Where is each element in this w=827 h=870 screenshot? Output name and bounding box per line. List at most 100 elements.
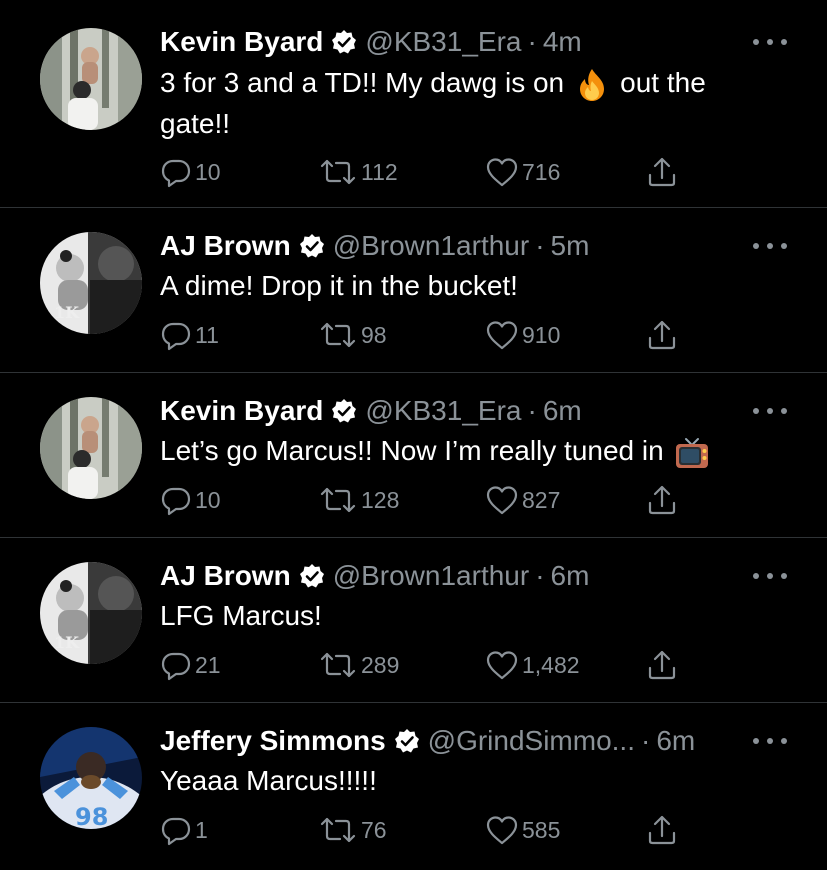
tweet-header: AJ Brown @Brown1arthur · 6m: [160, 558, 589, 594]
avatar[interactable]: [40, 28, 142, 130]
retweet-button[interactable]: 128: [318, 484, 399, 516]
verified-badge-icon: [299, 234, 324, 258]
tweet-header: Kevin Byard @KB31_Era · 6m: [160, 393, 582, 429]
display-name[interactable]: Jeffery Simmons: [160, 725, 386, 757]
tweet[interactable]: 98 Jeffery Simmons @GrindSimmo... · 6m Y…: [0, 703, 827, 870]
reply-icon: [161, 652, 191, 681]
more-icon[interactable]: [753, 406, 787, 416]
tweet-actions: 1 76 585: [160, 814, 700, 846]
verified-badge-icon: [394, 729, 419, 753]
timestamp[interactable]: 5m: [551, 230, 590, 262]
timestamp[interactable]: 4m: [543, 26, 582, 58]
retweet-button[interactable]: 289: [318, 649, 399, 681]
tweet-header: Kevin Byard @KB31_Era · 4m: [160, 24, 582, 60]
retweet-button[interactable]: 76: [318, 814, 387, 846]
tweet-actions: 11 98 910: [160, 319, 700, 351]
reply-count: 11: [195, 321, 219, 348]
reply-button[interactable]: 10: [160, 484, 221, 516]
verified-badge-icon: [332, 30, 357, 54]
tweet-text: A dime! Drop it in the bucket!: [160, 270, 518, 301]
tweet[interactable]: Kevin Byard @KB31_Era · 4m 3 for 3 and a…: [0, 0, 827, 208]
svg-text:98: 98: [75, 803, 108, 829]
retweet-count: 76: [361, 816, 387, 843]
timestamp[interactable]: 6m: [543, 395, 582, 427]
like-count: 585: [522, 816, 561, 843]
separator-dot: ·: [535, 230, 545, 261]
retweet-icon: [320, 487, 356, 513]
svg-text:1K: 1K: [54, 633, 80, 652]
separator-dot: ·: [527, 395, 537, 426]
display-name[interactable]: AJ Brown: [160, 230, 291, 262]
handle[interactable]: @KB31_Era: [365, 395, 521, 427]
tweet-text: Let’s go Marcus!! Now I’m really tuned i…: [160, 430, 780, 471]
retweet-icon: [320, 159, 356, 185]
tweet-feed: Kevin Byard @KB31_Era · 4m 3 for 3 and a…: [0, 0, 827, 870]
retweet-button[interactable]: 98: [318, 319, 387, 351]
like-button[interactable]: 716: [485, 156, 560, 188]
timestamp[interactable]: 6m: [656, 725, 695, 757]
share-button[interactable]: [646, 156, 678, 188]
display-name[interactable]: AJ Brown: [160, 560, 291, 592]
like-icon: [486, 651, 518, 680]
like-icon: [486, 816, 518, 845]
verified-badge-icon: [299, 564, 324, 588]
like-count: 910: [522, 321, 561, 348]
handle[interactable]: @GrindSimmo...: [428, 725, 635, 757]
like-count: 827: [522, 486, 561, 513]
avatar[interactable]: 1K: [40, 232, 142, 334]
reply-button[interactable]: 21: [160, 649, 221, 681]
tweet[interactable]: Kevin Byard @KB31_Era · 6m Let’s go Marc…: [0, 373, 827, 538]
handle[interactable]: @Brown1arthur: [333, 560, 530, 592]
share-button[interactable]: [646, 484, 678, 516]
retweet-count: 98: [361, 321, 387, 348]
share-icon: [648, 815, 676, 845]
reply-count: 21: [195, 651, 221, 678]
avatar[interactable]: 98: [40, 727, 142, 829]
handle[interactable]: @KB31_Era: [365, 26, 521, 58]
like-icon: [486, 321, 518, 350]
more-icon[interactable]: [753, 37, 787, 47]
display-name[interactable]: Kevin Byard: [160, 26, 323, 58]
retweet-icon: [320, 817, 356, 843]
tweet[interactable]: 1K AJ Brown @Brown1arthur · 5m A dime! D…: [0, 208, 827, 373]
retweet-icon: [320, 652, 356, 678]
reply-icon: [161, 322, 191, 351]
share-button[interactable]: [646, 814, 678, 846]
handle[interactable]: @Brown1arthur: [333, 230, 530, 262]
reply-button[interactable]: 10: [160, 156, 221, 188]
like-count: 716: [522, 158, 561, 185]
tweet-header: AJ Brown @Brown1arthur · 5m: [160, 228, 589, 264]
avatar[interactable]: 1K: [40, 562, 142, 664]
reply-button[interactable]: 11: [160, 319, 219, 351]
tweet-text-part: 3 for 3 and a TD!! My dawg is on: [160, 67, 565, 98]
share-icon: [648, 650, 676, 680]
reply-icon: [161, 487, 191, 516]
tweet-text-part: Let’s go Marcus!! Now I’m really tuned i…: [160, 435, 664, 466]
share-button[interactable]: [646, 319, 678, 351]
share-icon: [648, 157, 676, 187]
reply-icon: [161, 817, 191, 846]
tweet-header: Jeffery Simmons @GrindSimmo... · 6m: [160, 723, 695, 759]
tweet[interactable]: 1K AJ Brown @Brown1arthur · 6m LFG Marcu…: [0, 538, 827, 703]
like-button[interactable]: 827: [485, 484, 560, 516]
like-button[interactable]: 1,482: [485, 649, 580, 681]
like-button[interactable]: 585: [485, 814, 560, 846]
like-icon: [486, 486, 518, 515]
retweet-count: 112: [361, 158, 398, 185]
avatar[interactable]: [40, 397, 142, 499]
timestamp[interactable]: 6m: [551, 560, 590, 592]
display-name[interactable]: Kevin Byard: [160, 395, 323, 427]
more-icon[interactable]: [753, 241, 787, 251]
more-icon[interactable]: [753, 736, 787, 746]
retweet-button[interactable]: 112: [318, 156, 398, 188]
verified-badge-icon: [332, 399, 357, 423]
tweet-actions: 21 289 1,482: [160, 649, 700, 681]
separator-dot: ·: [527, 26, 537, 57]
reply-icon: [161, 159, 191, 188]
share-button[interactable]: [646, 649, 678, 681]
retweet-count: 289: [361, 651, 400, 678]
more-icon[interactable]: [753, 571, 787, 581]
reply-count: 10: [195, 158, 221, 185]
reply-button[interactable]: 1: [160, 814, 208, 846]
like-button[interactable]: 910: [485, 319, 560, 351]
